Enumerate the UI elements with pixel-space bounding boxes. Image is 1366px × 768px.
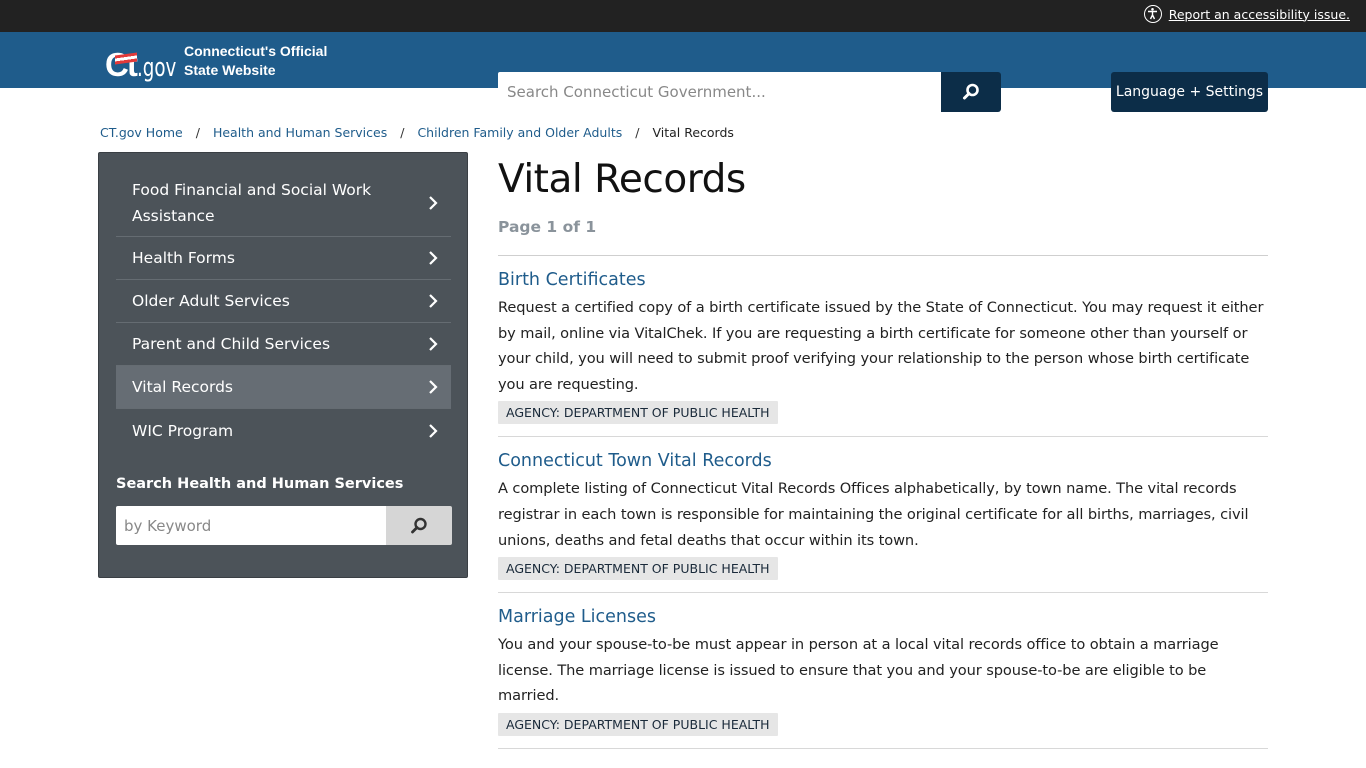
chevron-right-icon — [429, 294, 438, 308]
site-title-line1: Connecticut's Official — [184, 43, 328, 59]
sidebar-item-label: Parent and Child Services — [132, 335, 331, 353]
sidebar-search-label: Search Health and Human Services — [116, 476, 404, 492]
search-icon — [411, 517, 427, 533]
site-title[interactable]: Connecticut's Official State Website — [184, 42, 327, 80]
breadcrumb-separator: / — [635, 125, 640, 140]
sidebar-search — [116, 506, 452, 545]
site-header: Ct .gov Connecticut's Official State Web… — [0, 32, 1366, 112]
breadcrumb: CT.gov Home / Health and Human Services … — [100, 125, 734, 140]
accessibility-icon — [1143, 5, 1162, 23]
result-title-link[interactable]: Connecticut Town Vital Records — [498, 450, 772, 472]
chevron-right-icon — [429, 251, 438, 265]
result-item: Marriage Licenses You and your spouse-to… — [498, 593, 1268, 749]
accessibility-report-link[interactable]: Report an accessibility issue. — [1143, 5, 1350, 23]
sidebar-item-label: Older Adult Services — [132, 292, 290, 310]
breadcrumb-separator: / — [400, 125, 405, 140]
agency-tag: AGENCY: DEPARTMENT OF PUBLIC HEALTH — [498, 557, 778, 581]
site-search-button[interactable] — [941, 72, 1001, 112]
sidebar-item-older-adult-services[interactable]: Older Adult Services — [116, 280, 451, 323]
logo-gov-text: .gov — [136, 53, 177, 83]
chevron-right-icon — [429, 380, 438, 394]
result-description: Request a certified copy of a birth cert… — [498, 299, 1264, 393]
utility-bar: Report an accessibility issue. — [0, 0, 1366, 32]
ct-gov-logo[interactable]: Ct .gov — [105, 39, 187, 81]
sidebar-item-health-forms[interactable]: Health Forms — [116, 237, 451, 280]
site-search-input[interactable] — [498, 72, 941, 112]
sidebar-item-label: Vital Records — [132, 378, 234, 396]
breadcrumb-separator: / — [195, 125, 200, 140]
logo-ct-text: Ct — [105, 46, 138, 83]
result-title-link[interactable]: Birth Certificates — [498, 269, 646, 291]
agency-tag: AGENCY: DEPARTMENT OF PUBLIC HEALTH — [498, 712, 778, 736]
sidebar: Food Financial and Social Work Assistanc… — [98, 152, 468, 578]
sidebar-item-food-financial[interactable]: Food Financial and Social Work Assistanc… — [116, 170, 451, 237]
chevron-right-icon — [429, 423, 438, 438]
breadcrumb-children-family[interactable]: Children Family and Older Adults — [417, 125, 622, 140]
sidebar-item-vital-records[interactable]: Vital Records — [116, 366, 451, 409]
search-icon — [963, 83, 979, 100]
main-content: Vital Records Page 1 of 1 Birth Certific… — [498, 155, 1268, 749]
site-search — [498, 72, 1001, 112]
result-description: A complete listing of Connecticut Vital … — [498, 480, 1249, 549]
chevron-right-icon — [429, 337, 438, 351]
page-title: Vital Records — [498, 157, 746, 202]
result-item: Connecticut Town Vital Records A complet… — [498, 437, 1268, 594]
accessibility-link-text[interactable]: Report an accessibility issue. — [1169, 7, 1350, 22]
agency-tag: AGENCY: DEPARTMENT OF PUBLIC HEALTH — [498, 401, 778, 425]
sidebar-item-parent-child-services[interactable]: Parent and Child Services — [116, 323, 451, 366]
result-description: You and your spouse-to-be must appear in… — [498, 636, 1219, 705]
sidebar-item-label: Health Forms — [132, 249, 235, 267]
sidebar-nav: Food Financial and Social Work Assistanc… — [116, 170, 451, 452]
breadcrumb-home[interactable]: CT.gov Home — [100, 125, 183, 140]
chevron-right-icon — [429, 196, 438, 210]
page-indicator: Page 1 of 1 — [498, 218, 597, 236]
breadcrumb-health-human-services[interactable]: Health and Human Services — [213, 125, 387, 140]
site-title-line2: State Website — [184, 62, 276, 78]
result-item: Birth Certificates Request a certified c… — [498, 256, 1268, 438]
result-title-link[interactable]: Marriage Licenses — [498, 606, 656, 628]
sidebar-item-label: Food Financial and Social Work Assistanc… — [132, 181, 372, 225]
sidebar-item-wic-program[interactable]: WIC Program — [116, 409, 451, 452]
sidebar-item-label: WIC Program — [132, 421, 234, 440]
language-settings-button[interactable]: Language + Settings — [1111, 72, 1268, 112]
keyword-search-input[interactable] — [116, 506, 386, 545]
keyword-search-button[interactable] — [386, 506, 452, 545]
breadcrumb-current: Vital Records — [652, 125, 734, 140]
